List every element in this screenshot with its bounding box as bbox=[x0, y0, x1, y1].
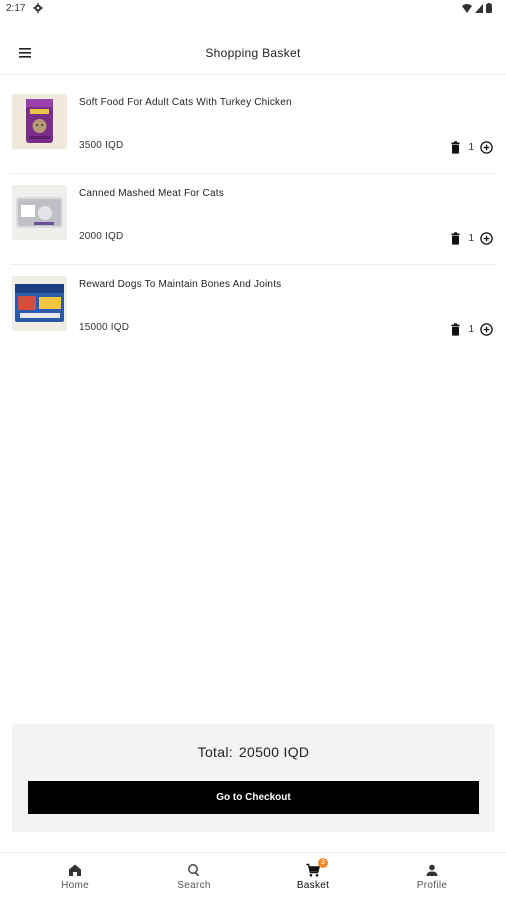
quantity-controls: 1 bbox=[449, 323, 493, 336]
product-price: 2000 IQD bbox=[79, 231, 124, 242]
nav-label-search: Search bbox=[177, 880, 211, 891]
quantity-value: 1 bbox=[468, 142, 474, 153]
bottom-nav: Home Search 3 Basket Profile bbox=[0, 852, 506, 901]
nav-profile[interactable]: Profile bbox=[392, 862, 472, 891]
cart-item[interactable]: Canned Mashed Meat For Cats 2000 IQD 1 bbox=[10, 175, 496, 265]
app-bar: Shopping Basket bbox=[0, 32, 506, 75]
total-row: Total: 20500 IQD bbox=[12, 744, 495, 760]
trash-icon[interactable] bbox=[449, 323, 462, 336]
basket-count-badge: 3 bbox=[318, 858, 328, 868]
product-image bbox=[12, 185, 67, 240]
status-bar: 2:17 bbox=[0, 0, 506, 20]
cart-item[interactable]: Reward Dogs To Maintain Bones And Joints… bbox=[10, 266, 496, 355]
trash-icon[interactable] bbox=[449, 141, 462, 154]
total-value: 20500 IQD bbox=[238, 744, 310, 760]
add-circle-icon[interactable] bbox=[480, 141, 493, 154]
product-price: 3500 IQD bbox=[79, 140, 124, 151]
nav-label-home: Home bbox=[61, 880, 89, 891]
trash-icon[interactable] bbox=[449, 232, 462, 245]
add-circle-icon[interactable] bbox=[480, 232, 493, 245]
quantity-value: 1 bbox=[468, 233, 474, 244]
nav-label-basket: Basket bbox=[296, 880, 330, 891]
product-image bbox=[12, 276, 67, 331]
battery-icon bbox=[486, 3, 492, 13]
quantity-controls: 1 bbox=[449, 232, 493, 245]
total-label: Total: bbox=[197, 744, 233, 760]
order-summary: Total: 20500 IQD Go to Checkout bbox=[12, 724, 495, 832]
cart-item[interactable]: Soft Food For Adult Cats With Turkey Chi… bbox=[10, 84, 496, 174]
signal-icon bbox=[475, 3, 483, 13]
home-icon bbox=[69, 864, 81, 876]
status-time: 2:17 bbox=[6, 3, 26, 14]
nav-label-profile: Profile bbox=[416, 880, 448, 891]
product-image bbox=[12, 94, 67, 149]
quantity-controls: 1 bbox=[449, 141, 493, 154]
checkout-button[interactable]: Go to Checkout bbox=[28, 781, 479, 814]
nav-search[interactable]: Search bbox=[154, 862, 234, 891]
product-name[interactable]: Canned Mashed Meat For Cats bbox=[79, 188, 224, 199]
product-price: 15000 IQD bbox=[79, 322, 130, 333]
product-name[interactable]: Reward Dogs To Maintain Bones And Joints bbox=[79, 279, 281, 290]
quantity-value: 1 bbox=[468, 324, 474, 335]
cart-list: Soft Food For Adult Cats With Turkey Chi… bbox=[10, 84, 496, 356]
product-name[interactable]: Soft Food For Adult Cats With Turkey Chi… bbox=[79, 97, 292, 108]
nav-home[interactable]: Home bbox=[35, 862, 115, 891]
search-icon bbox=[188, 864, 200, 877]
status-indicators bbox=[462, 3, 492, 13]
settings-icon bbox=[33, 3, 43, 13]
add-circle-icon[interactable] bbox=[480, 323, 493, 336]
wifi-icon bbox=[462, 3, 472, 13]
nav-basket[interactable]: 3 Basket bbox=[273, 858, 353, 891]
page-title: Shopping Basket bbox=[205, 46, 301, 60]
person-icon bbox=[426, 864, 438, 876]
